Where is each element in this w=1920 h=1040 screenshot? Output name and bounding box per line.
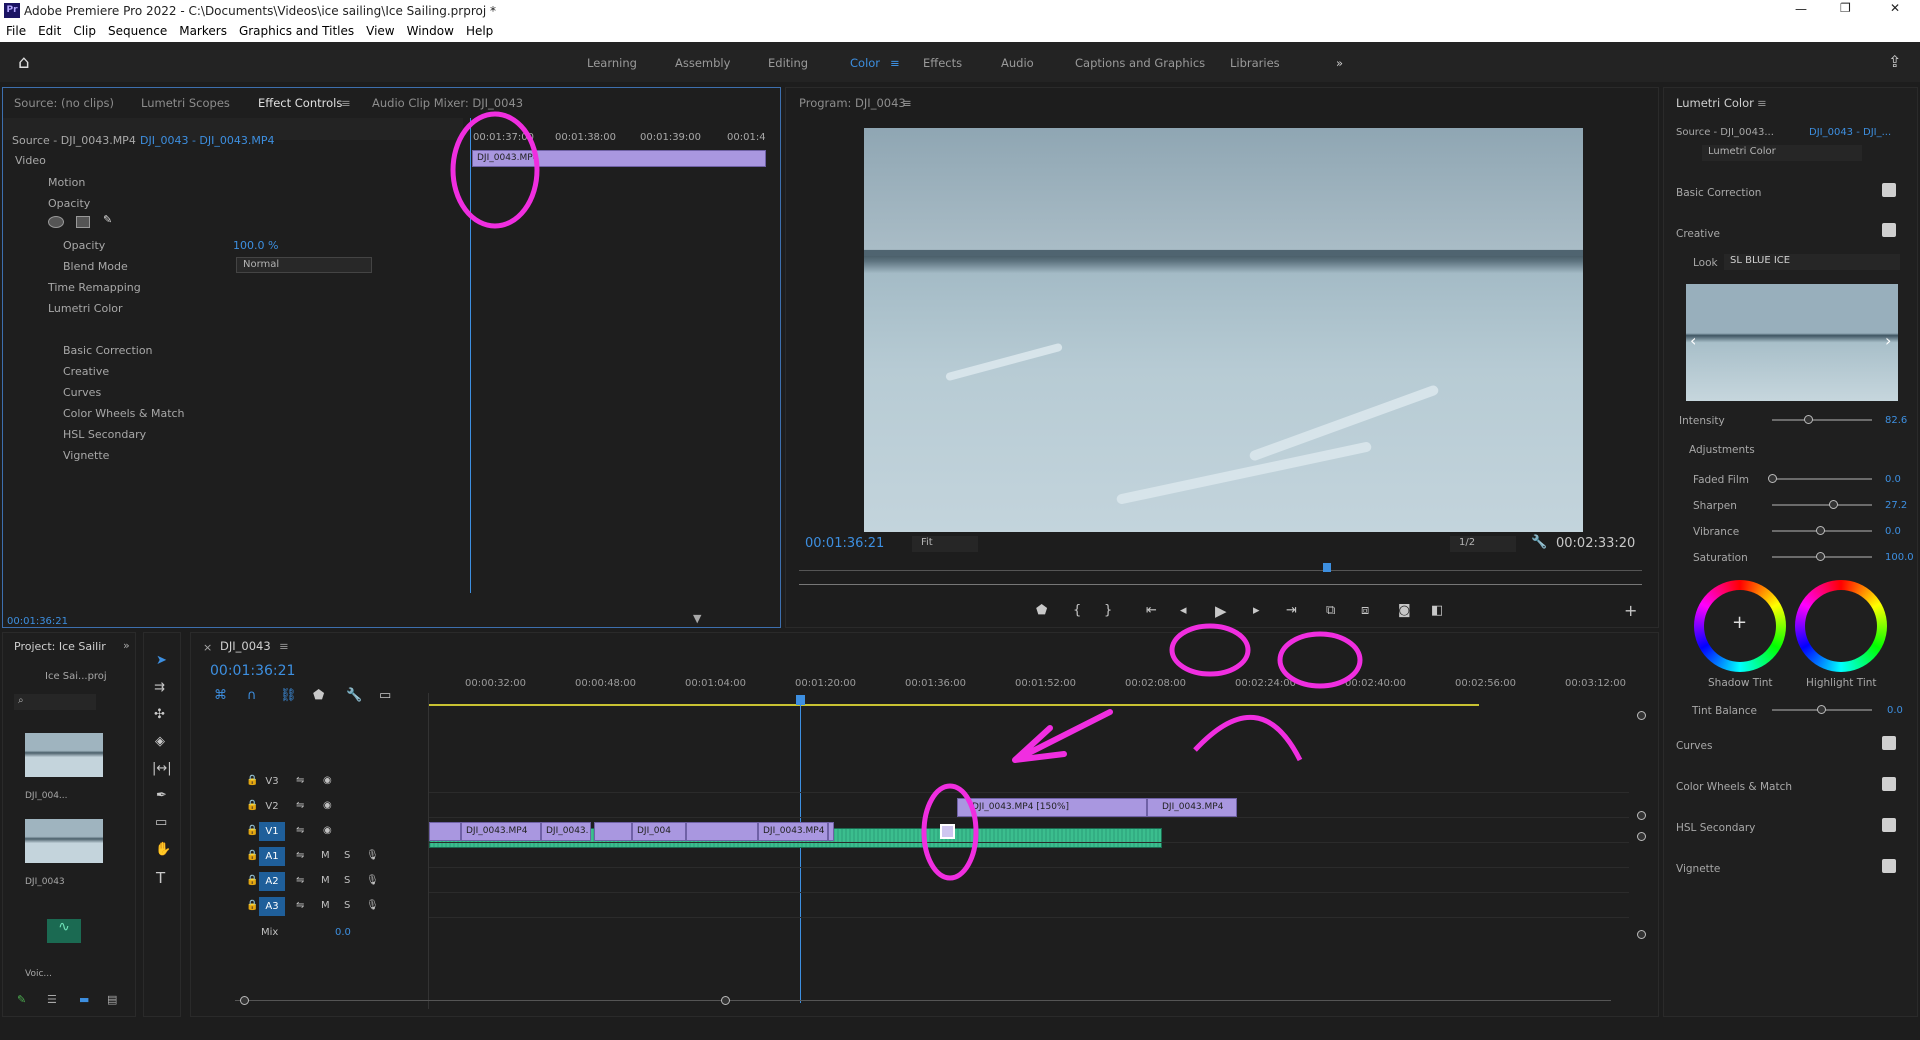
annotation-circle-ec-clip [450,111,540,229]
annotation-overlay [450,111,1363,881]
annotation-arrow [1012,709,1113,763]
annotation-circle-step [1277,631,1363,689]
annotation-circle-timeline-clip [921,783,979,881]
annotation-arch [1193,714,1303,762]
annotation-circle-in-out [1169,623,1251,677]
